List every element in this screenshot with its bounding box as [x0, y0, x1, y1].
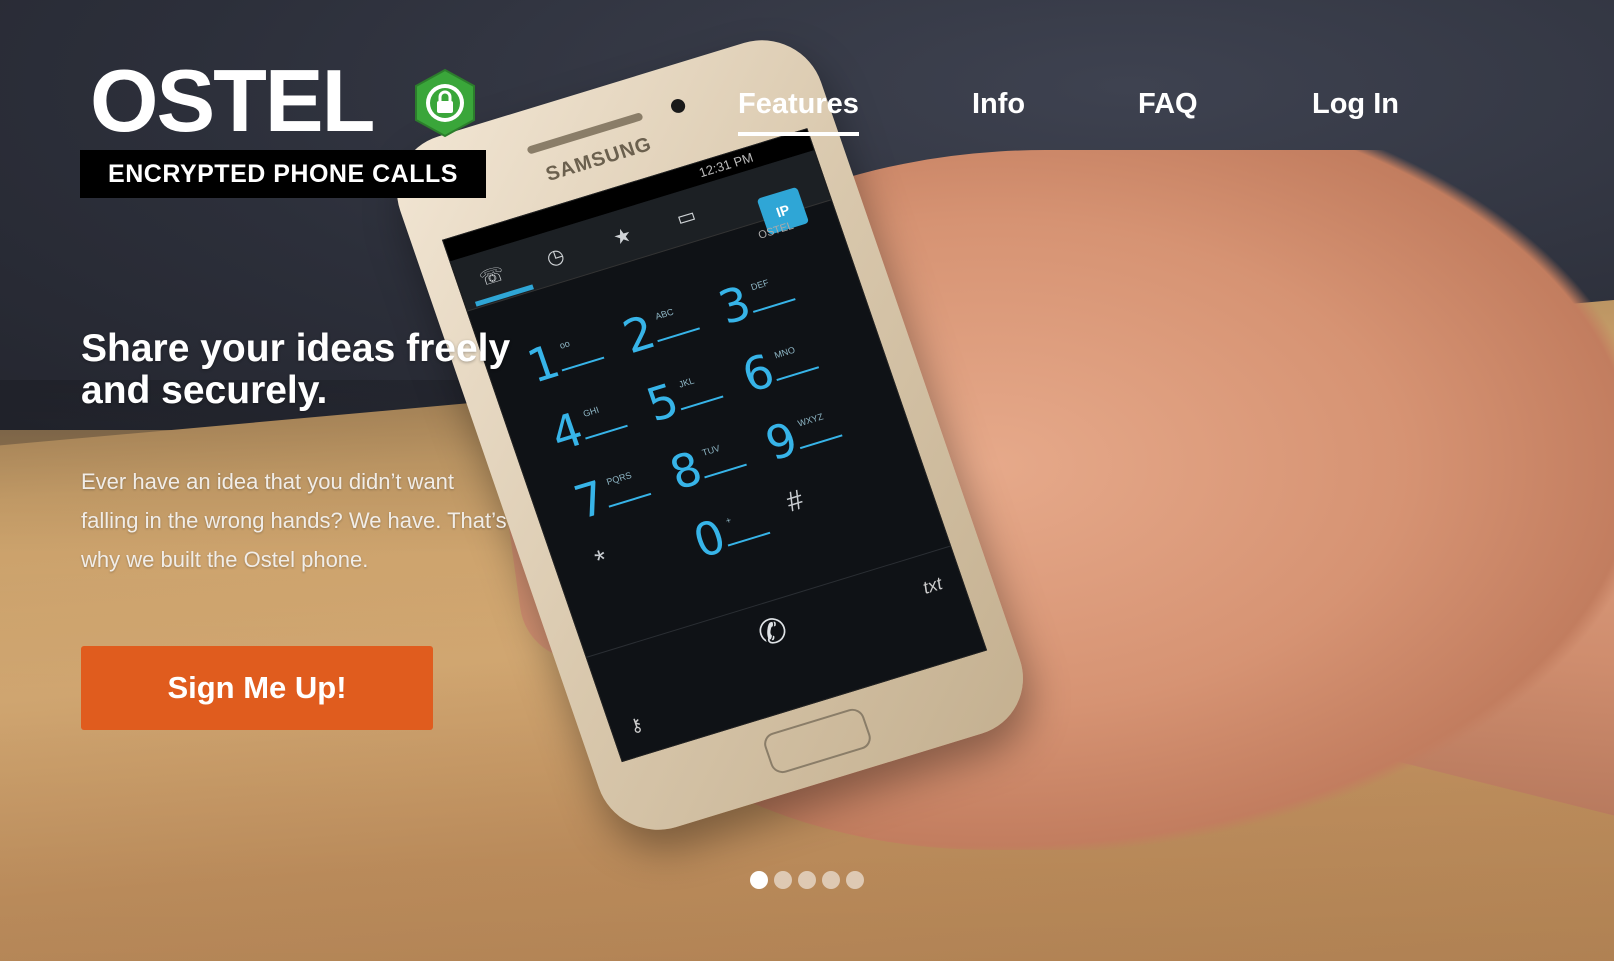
dialpad-key: 6 MNO	[735, 326, 841, 409]
logo-wordmark: OSTEL	[90, 51, 375, 150]
carousel-dot[interactable]	[750, 871, 768, 889]
dialpad-key: 8 TUV	[663, 423, 769, 506]
nav-features[interactable]: Features	[738, 88, 859, 136]
hero-slide: SAMSUNG 12:31 PM ☏ ◷ ★ ▭ IP OSTEL 1 oo 2 AB…	[0, 0, 1614, 961]
dialpad-letters: WXYZ	[796, 411, 825, 429]
dialpad-key: *	[591, 520, 697, 603]
dialpad-letters: PQRS	[605, 470, 633, 487]
dialpad-letters: +	[724, 514, 733, 526]
nav-info[interactable]: Info	[972, 88, 1025, 121]
carousel-dot[interactable]	[822, 871, 840, 889]
lock-hex-icon	[415, 68, 475, 138]
dialpad-letters: GHI	[581, 404, 601, 419]
logo[interactable]: OSTEL ENCRYPTED PHONE CALLS	[80, 56, 486, 198]
dialpad: 1 oo 2 ABC 3 DEF 4 GHI 5 JKL 6 MNO 7 PQRS 8 TUV 9 WXYZ * 0 +…	[521, 249, 925, 626]
dialpad-digit: #	[782, 483, 808, 518]
carousel-dot[interactable]	[846, 871, 864, 889]
carousel-dot[interactable]	[774, 871, 792, 889]
dialpad-letters: JKL	[677, 375, 696, 390]
call-icon: ✆	[753, 610, 793, 655]
dialpad-key: 2 ABC	[616, 287, 722, 370]
dialpad-key: 0 +	[687, 491, 793, 574]
dialpad-letters: oo	[558, 338, 572, 351]
message-tab-icon: ▭	[673, 204, 699, 231]
hero-body: Ever have an idea that you didn’t want f…	[81, 469, 507, 572]
phone-tab-icon: ☏	[476, 262, 508, 291]
carousel-dot[interactable]	[798, 871, 816, 889]
dialpad-letters: MNO	[773, 344, 797, 361]
dialpad-key: 7 PQRS	[568, 452, 674, 535]
dialpad-digit: *	[590, 543, 612, 577]
dialpad-letters: ABC	[653, 306, 675, 322]
clock-tab-icon: ◷	[543, 244, 568, 271]
txt-label: txt	[920, 573, 945, 598]
hero-headline: Share your ideas freely and securely.	[81, 327, 511, 412]
home-button	[760, 705, 875, 777]
logo-tagline: ENCRYPTED PHONE CALLS	[80, 150, 486, 198]
dialpad-key: 3 DEF	[712, 258, 818, 341]
sign-up-button[interactable]: Sign Me Up!	[81, 646, 433, 730]
nav-faq[interactable]: FAQ	[1138, 88, 1198, 121]
star-tab-icon: ★	[610, 223, 635, 250]
dialpad-key: 9 WXYZ	[759, 394, 865, 477]
dialpad-letters: TUV	[700, 442, 722, 458]
dialpad-key: #	[782, 462, 888, 545]
dialpad-key: 5 JKL	[640, 355, 746, 438]
dialpad-key: 4 GHI	[544, 384, 650, 467]
nav-login[interactable]: Log In	[1312, 88, 1399, 121]
menu-key-icon: ⚷	[626, 713, 646, 737]
dialpad-letters: DEF	[749, 277, 771, 293]
